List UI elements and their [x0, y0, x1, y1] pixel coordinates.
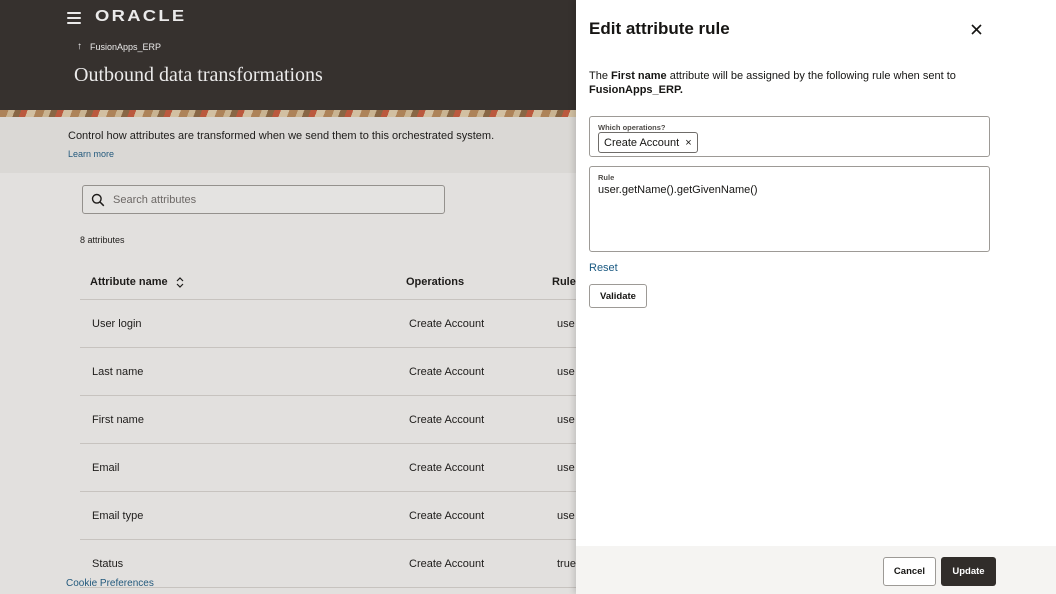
cancel-button[interactable]: Cancel — [883, 557, 936, 586]
desc-suffix: . — [679, 84, 683, 96]
desc-middle: attribute will be assigned by the follow… — [666, 70, 956, 82]
remove-chip-icon[interactable]: × — [685, 137, 691, 149]
edit-attribute-rule-drawer: Edit attribute rule The First name attri… — [576, 0, 1056, 594]
close-button[interactable] — [967, 20, 985, 38]
rule-field[interactable]: Rule user.getName().getGivenName() — [589, 166, 990, 252]
operation-chip: Create Account × — [598, 132, 698, 153]
desc-attribute: First name — [611, 70, 667, 82]
validate-button[interactable]: Validate — [589, 284, 647, 308]
desc-prefix: The — [589, 70, 612, 82]
chip-label: Create Account — [604, 136, 680, 149]
drawer-description: The First name attribute will be assigne… — [589, 69, 969, 97]
drawer-footer: Cancel Update — [576, 546, 1056, 594]
rule-label: Rule — [598, 173, 615, 182]
drawer-title: Edit attribute rule — [589, 19, 730, 38]
operations-field[interactable]: Which operations? Create Account × — [589, 116, 990, 157]
modal-scrim[interactable] — [0, 0, 576, 594]
desc-system: FusionApps_ERP — [589, 84, 680, 96]
rule-textarea[interactable]: user.getName().getGivenName() — [598, 184, 758, 196]
operations-label: Which operations? — [598, 123, 666, 132]
close-icon — [970, 23, 982, 35]
reset-link[interactable]: Reset — [589, 262, 618, 274]
update-button[interactable]: Update — [941, 557, 996, 586]
